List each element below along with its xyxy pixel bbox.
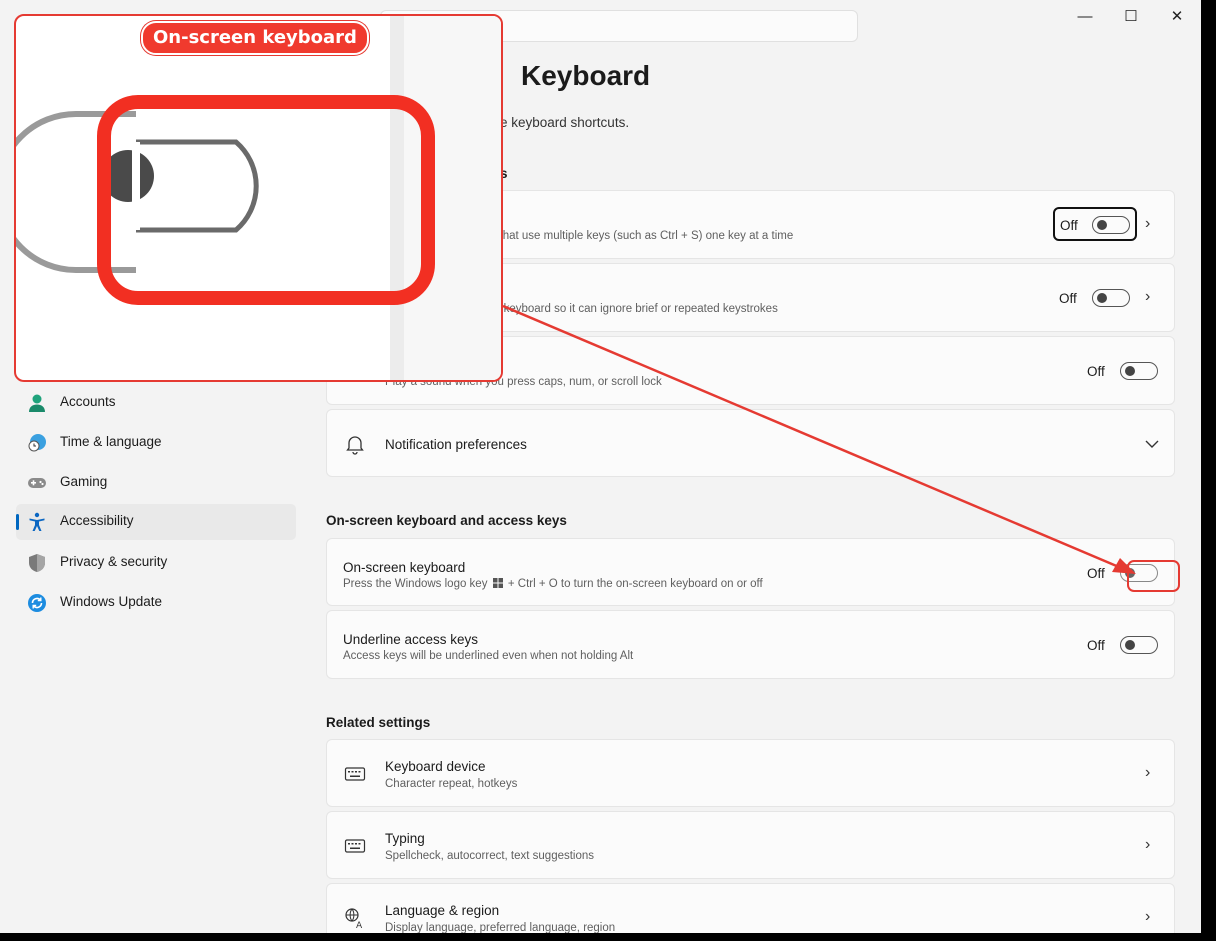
keyboard-icon [344, 767, 366, 781]
zoomed-toggle-illustration [16, 16, 501, 380]
language-icon: A [345, 908, 363, 929]
sidebar-item-accessibility[interactable]: Accessibility [16, 504, 296, 540]
chevron-right-icon[interactable]: › [1145, 764, 1150, 782]
notification-preferences-title: Notification preferences [385, 437, 527, 452]
accessibility-icon [29, 512, 45, 531]
shield-icon [29, 554, 45, 572]
sidebar-item-label: Time & language [60, 434, 162, 449]
onscreen-keyboard-subtitle: Press the Windows logo key + Ctrl + O to… [343, 578, 763, 590]
sidebar-item-windows-update[interactable]: Windows Update [16, 585, 296, 621]
page-title: Keyboard [521, 60, 651, 91]
sidebar-item-accounts[interactable]: Accounts [16, 385, 296, 421]
toggle-keys-toggle[interactable] [1120, 362, 1158, 380]
zoom-callout-label: On-screen keyboard [141, 21, 369, 55]
related-settings-heading: Related settings [326, 715, 431, 730]
osk-section-heading: On-screen keyboard and access keys [326, 513, 567, 528]
minimize-button[interactable]: — [1071, 6, 1099, 28]
annotation-target-box [1127, 560, 1180, 592]
bell-icon [346, 436, 364, 455]
related-item-keyboard-device[interactable]: Keyboard device Character repeat, hotkey… [326, 739, 1175, 807]
subtitle-after: + Ctrl + O to turn the on-screen keyboar… [507, 578, 763, 590]
underline-access-keys-toggle[interactable] [1120, 636, 1158, 654]
svg-text:A: A [356, 921, 363, 929]
page-description: e keyboard shortcuts. [500, 115, 630, 130]
chevron-right-icon[interactable]: › [1145, 215, 1150, 233]
windows-update-icon [28, 594, 46, 612]
sticky-keys-toggle[interactable] [1092, 216, 1130, 234]
keyboard-device-subtitle: Character repeat, hotkeys [385, 778, 518, 790]
underline-access-keys-card[interactable]: Underline access keys Access keys will b… [326, 610, 1175, 679]
filter-keys-subtitle: e keyboard so it can ignore brief or rep… [494, 303, 778, 315]
onscreen-keyboard-title: On-screen keyboard [343, 560, 466, 575]
sticky-keys-state: Off [1060, 218, 1078, 233]
language-region-title: Language & region [385, 903, 500, 918]
onscreen-keyboard-card[interactable]: On-screen keyboard Press the Windows log… [326, 538, 1175, 606]
chevron-right-icon[interactable]: › [1145, 836, 1150, 854]
typing-title: Typing [385, 831, 425, 846]
accounts-icon [29, 394, 45, 412]
chevron-right-icon[interactable]: › [1145, 908, 1150, 926]
time-language-icon [28, 434, 46, 452]
close-button[interactable]: ✕ [1163, 6, 1191, 28]
sidebar-item-label: Accessibility [60, 513, 134, 528]
sidebar-item-privacy-security[interactable]: Privacy & security [16, 545, 296, 581]
chevron-right-icon[interactable]: › [1145, 288, 1150, 306]
sidebar-item-label: Accounts [60, 394, 116, 409]
sticky-keys-subtitle: uts that use multiple keys (such as Ctrl… [481, 230, 794, 242]
language-region-subtitle: Display language, preferred language, re… [385, 922, 616, 933]
chevron-down-icon[interactable] [1145, 439, 1159, 449]
zoom-callout [14, 14, 503, 382]
maximize-button[interactable]: ☐ [1117, 6, 1145, 28]
sidebar-item-label: Privacy & security [60, 554, 168, 569]
related-item-language-region[interactable]: A Language & region Display language, pr… [326, 883, 1175, 933]
underline-access-keys-state: Off [1087, 638, 1105, 653]
toggle-keys-state: Off [1087, 364, 1105, 379]
related-item-typing[interactable]: Typing Spellcheck, autocorrect, text sug… [326, 811, 1175, 879]
sidebar-item-label: Windows Update [60, 594, 163, 609]
notification-preferences-card[interactable]: Notification preferences [326, 409, 1175, 477]
onscreen-keyboard-state: Off [1087, 566, 1105, 581]
sidebar-item-time-language[interactable]: Time & language [16, 425, 296, 461]
active-indicator [16, 514, 19, 530]
underline-access-keys-subtitle: Access keys will be underlined even when… [343, 650, 634, 662]
filter-keys-state: Off [1059, 291, 1077, 306]
typing-subtitle: Spellcheck, autocorrect, text suggestion… [385, 850, 595, 862]
sidebar-item-gaming[interactable]: Gaming [16, 465, 296, 501]
gaming-icon [28, 478, 46, 488]
underline-access-keys-title: Underline access keys [343, 632, 479, 647]
windows-logo-icon [492, 578, 503, 588]
subtitle-before: Press the Windows logo key [343, 578, 488, 590]
sidebar-item-label: Gaming [60, 474, 108, 489]
keyboard-device-title: Keyboard device [385, 759, 486, 774]
filter-keys-toggle[interactable] [1092, 289, 1130, 307]
keyboard-icon [344, 839, 366, 853]
